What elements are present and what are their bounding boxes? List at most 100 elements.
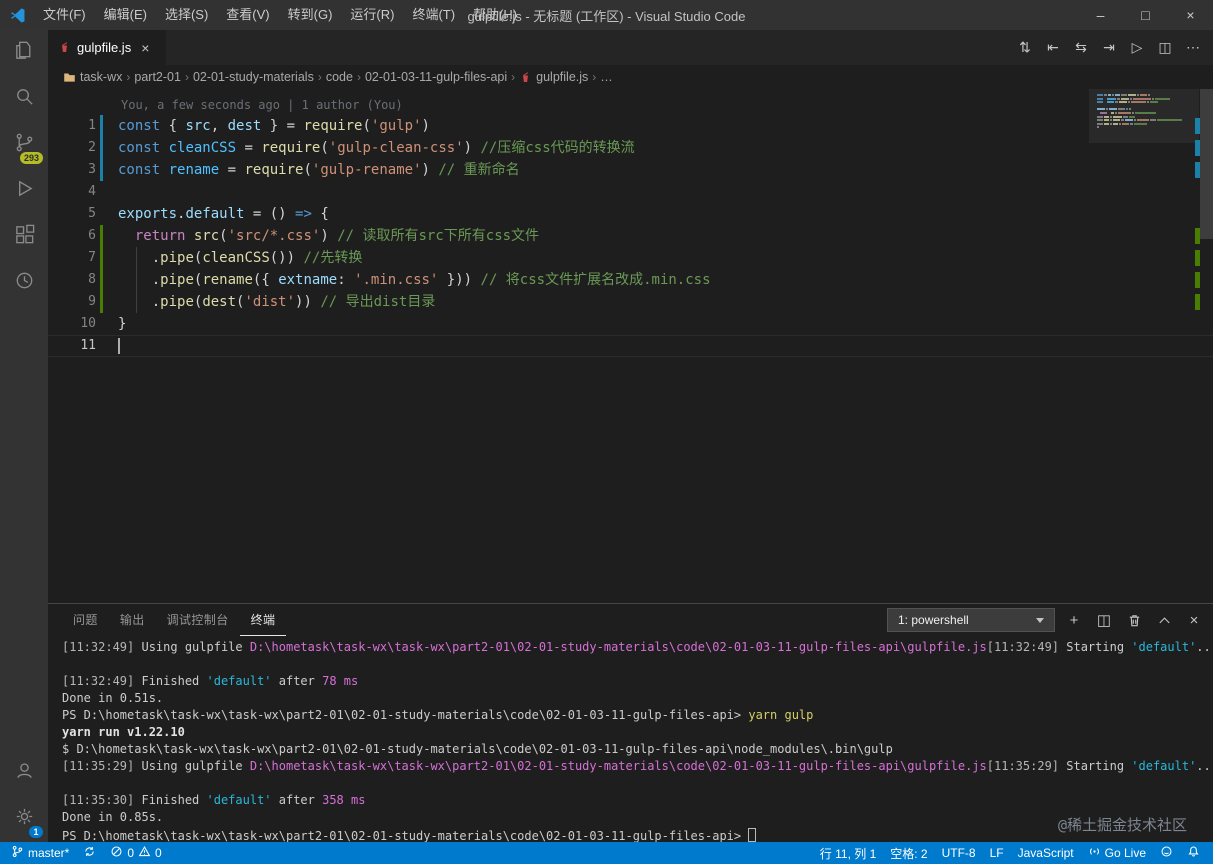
- error-icon: [110, 845, 123, 861]
- cursor-position[interactable]: 行 11, 列 1: [813, 842, 883, 864]
- language-mode[interactable]: JavaScript: [1011, 842, 1081, 864]
- editor[interactable]: You, a few seconds ago | 1 author (You) …: [48, 89, 1213, 603]
- code-line[interactable]: 1 const { src, dest } = require('gulp'): [48, 115, 1213, 137]
- terminal-profile-select[interactable]: 1: powershell: [887, 608, 1055, 632]
- minimize-button[interactable]: –: [1078, 0, 1123, 30]
- eol[interactable]: LF: [983, 842, 1011, 864]
- problems-indicator[interactable]: 0 0: [103, 842, 168, 864]
- editor-scrollbar[interactable]: [1200, 89, 1213, 603]
- menu-edit[interactable]: 编辑(E): [95, 0, 156, 30]
- code-line[interactable]: 11: [48, 335, 1213, 357]
- terminal[interactable]: [11:32:49] Using gulpfile D:\hometask\ta…: [48, 636, 1213, 842]
- menu-run[interactable]: 运行(R): [341, 0, 403, 30]
- menu-go[interactable]: 转到(G): [279, 0, 342, 30]
- line-number: 5: [88, 206, 96, 221]
- code-text: const { src, dest } = require('gulp'): [118, 118, 430, 134]
- breadcrumb-item[interactable]: …: [600, 70, 613, 84]
- code-line[interactable]: 4: [48, 181, 1213, 203]
- code-line[interactable]: 7 .pipe(cleanCSS()) //先转换: [48, 247, 1213, 269]
- panel-tab-output[interactable]: 输出: [109, 604, 156, 636]
- activity-search[interactable]: [0, 76, 48, 122]
- tab-gulpfile[interactable]: gulpfile.js ×: [48, 30, 166, 65]
- breadcrumb-item[interactable]: 02-01-study-materials: [193, 70, 314, 84]
- scrollbar-thumb[interactable]: [1200, 89, 1213, 239]
- sync-button[interactable]: [76, 842, 103, 864]
- panel-controls: 1: powershell + ◫ ×: [887, 608, 1205, 632]
- git-gutter-added: [100, 291, 103, 313]
- breadcrumb: task-wx › part2-01 › 02-01-study-materials › c…: [48, 65, 1213, 89]
- terminal-line: [11:35:30] Finished 'default' after 358 …: [62, 793, 366, 807]
- code-line[interactable]: 5 exports.default = () => {: [48, 203, 1213, 225]
- terminal-lines: [11:32:49] Using gulpfile D:\hometask\ta…: [62, 639, 1213, 842]
- encoding[interactable]: UTF-8: [935, 842, 983, 864]
- activity-gitlens[interactable]: [0, 260, 48, 306]
- new-terminal-button[interactable]: +: [1063, 609, 1085, 631]
- git-gutter-added: [100, 225, 103, 247]
- menu-terminal[interactable]: 终端(T): [403, 0, 464, 30]
- files-icon: [13, 39, 36, 67]
- breadcrumb-item[interactable]: gulpfile.js: [519, 70, 588, 84]
- split-editor-icon[interactable]: ◫: [1151, 34, 1179, 62]
- vscode-window: 文件(F) 编辑(E) 选择(S) 查看(V) 转到(G) 运行(R) 终端(T) 帮助(H)…: [0, 0, 1213, 864]
- activity-explorer[interactable]: [0, 30, 48, 76]
- close-button[interactable]: ×: [1168, 0, 1213, 30]
- maximize-panel-button[interactable]: [1153, 609, 1175, 631]
- line-number: 6: [88, 228, 96, 243]
- notifications-button[interactable]: [1180, 842, 1207, 864]
- tab-close-icon[interactable]: ×: [141, 40, 149, 56]
- code-line[interactable]: 9 .pipe(dest('dist')) // 导出dist目录: [48, 291, 1213, 313]
- code-line[interactable]: 6 return src('src/*.css') // 读取所有src下所有c…: [48, 225, 1213, 247]
- compare-changes-icon[interactable]: ⇅: [1011, 34, 1039, 62]
- panel-tab-debug-console[interactable]: 调试控制台: [156, 604, 240, 636]
- branch-indicator[interactable]: master*: [4, 842, 76, 864]
- breadcrumb-item[interactable]: code: [326, 70, 353, 84]
- code-line[interactable]: 8 .pipe(rename({ extname: '.min.css' }))…: [48, 269, 1213, 291]
- line-number: 3: [88, 162, 96, 177]
- code-text: return src('src/*.css') // 读取所有src下所有css…: [134, 228, 540, 244]
- minimap[interactable]: [1089, 89, 1199, 239]
- editor-actions: ⇅ ⇤ ⇆ ⇥ ▷ ◫ ⋯: [1011, 30, 1213, 65]
- kill-terminal-button[interactable]: [1123, 609, 1145, 631]
- branch-name: master*: [28, 846, 70, 860]
- code-line[interactable]: 2 const cleanCSS = require('gulp-clean-cs…: [48, 137, 1213, 159]
- menu-file[interactable]: 文件(F): [34, 0, 95, 30]
- code-line[interactable]: 10}: [48, 313, 1213, 335]
- panel-tab-terminal[interactable]: 终端: [239, 604, 287, 636]
- open-changes-icon[interactable]: ⇆: [1067, 34, 1095, 62]
- go-live-button[interactable]: Go Live: [1081, 842, 1153, 864]
- activity-extensions[interactable]: [0, 214, 48, 260]
- activity-account[interactable]: [0, 750, 48, 796]
- more-actions-icon[interactable]: ⋯: [1179, 34, 1207, 62]
- panel-tab-problems[interactable]: 问题: [62, 604, 109, 636]
- code-line[interactable]: 3 const rename = require('gulp-rename') /…: [48, 159, 1213, 181]
- menu-bar: 文件(F) 编辑(E) 选择(S) 查看(V) 转到(G) 运行(R) 终端(T) 帮助(H): [34, 0, 526, 30]
- tab-label: gulpfile.js: [77, 40, 132, 55]
- close-panel-button[interactable]: ×: [1183, 609, 1205, 631]
- indentation[interactable]: 空格: 2: [883, 842, 934, 864]
- warning-count: 0: [155, 846, 162, 860]
- menu-view[interactable]: 查看(V): [217, 0, 278, 30]
- terminal-line: PS D:\hometask\task-wx\task-wx\part2-01\…: [62, 826, 1213, 842]
- error-count: 0: [127, 846, 135, 860]
- activity-source-control[interactable]: 293: [0, 122, 48, 168]
- activity-settings[interactable]: 1: [0, 796, 48, 842]
- code-text: .pipe(dest('dist')) // 导出dist目录: [118, 291, 435, 313]
- breadcrumb-item[interactable]: 02-01-03-11-gulp-files-api: [365, 70, 507, 84]
- breadcrumb-separator: ›: [317, 70, 322, 84]
- code-lines: 1 const { src, dest } = require('gulp') 2 c…: [48, 115, 1213, 357]
- code-text: [118, 335, 120, 357]
- split-terminal-button[interactable]: ◫: [1093, 609, 1115, 631]
- breadcrumb-item[interactable]: part2-01: [134, 70, 181, 84]
- breadcrumb-item[interactable]: task-wx: [63, 70, 122, 84]
- run-file-icon[interactable]: ▷: [1123, 34, 1151, 62]
- menu-selection[interactable]: 选择(S): [156, 0, 217, 30]
- gulp-icon: [519, 71, 532, 84]
- next-change-icon[interactable]: ⇥: [1095, 34, 1123, 62]
- activity-run-debug[interactable]: [0, 168, 48, 214]
- breadcrumb-separator: ›: [126, 70, 131, 84]
- previous-change-icon[interactable]: ⇤: [1039, 34, 1067, 62]
- feedback-button[interactable]: [1153, 842, 1180, 864]
- maximize-button[interactable]: □: [1123, 0, 1168, 30]
- run-debug-icon: [13, 177, 36, 205]
